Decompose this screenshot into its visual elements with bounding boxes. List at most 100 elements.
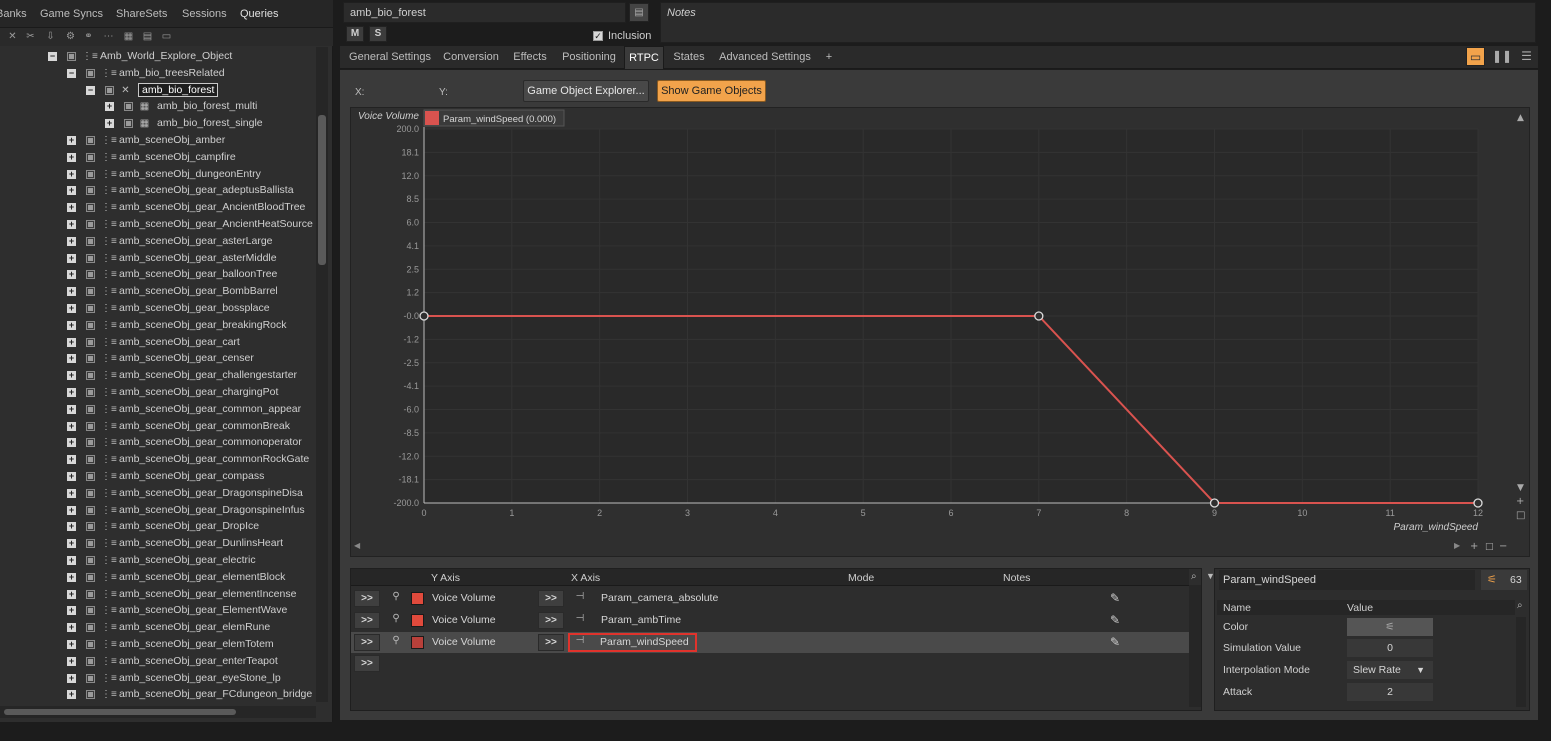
expand-icon[interactable]: + — [67, 421, 76, 431]
table-vertical-scrollbar[interactable] — [1189, 585, 1201, 707]
tree-item-checkbox[interactable] — [86, 438, 95, 448]
edit-notes-icon[interactable]: ✎ — [1108, 613, 1122, 627]
expand-icon[interactable]: + — [67, 136, 76, 145]
tree-item[interactable]: + ⋮≡ amb_sceneObj_gear_commonBreak — [0, 418, 316, 435]
tree-item[interactable]: + ⋮≡ amb_sceneObj_gear_challengestarter — [0, 367, 316, 384]
expand-icon[interactable]: + — [67, 287, 76, 297]
curve-color-swatch[interactable] — [411, 592, 424, 605]
expand-icon[interactable]: + — [67, 673, 76, 683]
tree-item-checkbox[interactable] — [86, 287, 95, 297]
collapse-icon[interactable]: − — [67, 68, 76, 78]
tab-advanced-settings[interactable]: Advanced Settings — [716, 46, 814, 69]
tree-item[interactable]: + ⋮≡ amb_sceneObj_gear_DunlinsHeart — [0, 535, 316, 552]
show-game-objects-button[interactable]: Show Game Objects — [657, 80, 766, 102]
collapse-icon[interactable]: − — [48, 52, 57, 61]
tree-item-checkbox[interactable] — [86, 690, 95, 700]
tree-item-checkbox[interactable] — [67, 52, 76, 61]
tab-positioning[interactable]: Positioning — [558, 46, 620, 69]
tree-item-checkbox[interactable] — [86, 354, 95, 364]
tree-item[interactable]: + ▦ amb_bio_forest_single — [0, 115, 316, 132]
tree-item[interactable]: + ⋮≡ amb_sceneObj_gear_balloonTree — [0, 266, 316, 283]
expand-icon[interactable]: + — [67, 472, 76, 481]
mute-button[interactable]: M — [346, 26, 364, 42]
expand-icon[interactable]: + — [67, 186, 76, 196]
tree-item-checkbox[interactable] — [86, 270, 95, 280]
curve-color-swatch[interactable] — [411, 636, 424, 649]
add-tab-button[interactable]: + — [822, 46, 836, 69]
y-value-input[interactable] — [452, 83, 516, 101]
tree-item[interactable]: + ⋮≡ amb_sceneObj_gear_ElementWave — [0, 602, 316, 619]
tree-item-checkbox[interactable] — [86, 371, 95, 381]
expand-icon[interactable]: + — [67, 203, 76, 213]
tree-item[interactable]: + ⋮≡ amb_sceneObj_amber — [0, 132, 316, 149]
edit-notes-icon[interactable]: ✎ — [1108, 591, 1122, 605]
tab-queries[interactable]: Queries — [240, 8, 279, 20]
tree-item-checkbox[interactable] — [105, 85, 114, 95]
table-row[interactable]: >> ⚲ Voice Volume >> ⊣ Param_camera_absolute ✎ — [351, 588, 1189, 609]
expand-icon[interactable]: + — [67, 388, 76, 397]
tree-item[interactable]: + ⋮≡ amb_sceneObj_gear_asterMiddle — [0, 250, 316, 267]
column-mode[interactable]: Mode — [848, 572, 874, 584]
tree-item[interactable]: + ⋮≡ amb_sceneObj_gear_AncientBloodTree — [0, 199, 316, 216]
add-rtpc-button[interactable]: >> — [354, 655, 380, 672]
solo-button[interactable]: S — [369, 26, 387, 42]
x-value-input[interactable] — [368, 83, 432, 101]
expand-icon[interactable]: + — [67, 539, 76, 549]
scrollbar-thumb[interactable] — [318, 115, 326, 265]
tree-item[interactable]: + ⋮≡ amb_sceneObj_gear_elemTotem — [0, 636, 316, 653]
notes-field[interactable]: Notes — [660, 2, 1536, 43]
pin-icon[interactable]: ⚲ — [391, 591, 401, 605]
tab-banks[interactable]: Banks — [0, 8, 27, 20]
scrollbar-thumb[interactable] — [4, 709, 236, 715]
tree-item[interactable]: + ⋮≡ amb_sceneObj_gear_elemRune — [0, 619, 316, 636]
attack-slider[interactable]: 2 — [1347, 683, 1433, 701]
tab-states[interactable]: States — [670, 46, 708, 69]
tree-item[interactable]: + ⋮≡ amb_sceneObj_gear_chargingPot — [0, 384, 316, 401]
settings-icon[interactable]: ⚙ — [64, 30, 77, 43]
tree-item-checkbox[interactable] — [86, 253, 95, 263]
tree-item[interactable]: + ⋮≡ amb_sceneObj_gear_DropIce — [0, 518, 316, 535]
expand-row-button[interactable]: >> — [354, 590, 380, 607]
tab-sharesets[interactable]: ShareSets — [116, 8, 167, 20]
expand-icon[interactable]: + — [67, 455, 76, 465]
tree-item-checkbox[interactable] — [86, 388, 95, 397]
split-horizontal-icon[interactable]: ☰ — [1517, 47, 1536, 66]
tree-item[interactable]: + ⋮≡ amb_sceneObj_gear_BombBarrel — [0, 283, 316, 300]
tree-item[interactable]: + ⋮≡ amb_sceneObj_gear_compass — [0, 468, 316, 485]
curve-color-swatch[interactable] — [411, 614, 424, 627]
expand-icon[interactable]: + — [67, 690, 76, 700]
game-object-explorer-button[interactable]: Game Object Explorer... — [523, 80, 649, 102]
tree-item-checkbox[interactable] — [86, 488, 95, 498]
expand-icon[interactable]: + — [67, 589, 76, 599]
tree-horizontal-scrollbar[interactable] — [0, 706, 316, 718]
close-icon[interactable]: ✕ — [6, 30, 19, 43]
expand-icon[interactable]: + — [67, 354, 76, 364]
expand-icon[interactable]: + — [67, 556, 76, 565]
tree-item-checkbox[interactable] — [86, 589, 95, 599]
tree-item[interactable]: + ⋮≡ amb_sceneObj_gear_commonoperator — [0, 434, 316, 451]
expand-icon[interactable]: + — [67, 656, 76, 666]
pin-icon[interactable]: ⚲ — [391, 613, 401, 627]
column-notes[interactable]: Notes — [1003, 572, 1030, 584]
expand-icon[interactable]: + — [67, 623, 76, 633]
tools-icon[interactable]: ✂ — [24, 30, 37, 43]
expand-icon[interactable]: + — [105, 119, 114, 129]
expand-icon[interactable]: + — [67, 404, 76, 414]
expand-icon[interactable]: + — [105, 102, 114, 112]
tree-item[interactable]: + ⋮≡ amb_sceneObj_gear_elementIncense — [0, 586, 316, 603]
expand-icon[interactable]: + — [67, 169, 76, 179]
tree-item[interactable]: + ⋮≡ amb_sceneObj_gear_asterLarge — [0, 233, 316, 250]
tree-item[interactable]: + ▦ amb_bio_forest_multi — [0, 98, 316, 115]
split-vertical-icon[interactable]: ❚❚ — [1492, 47, 1512, 66]
property-vertical-scrollbar[interactable] — [1516, 617, 1526, 707]
y-axis-value[interactable]: Voice Volume — [432, 614, 496, 626]
tree-item[interactable]: + ⋮≡ amb_sceneObj_gear_AncientHeatSource — [0, 216, 316, 233]
tree-item[interactable]: − ⋮≡ Amb_World_Explore_Object — [0, 48, 316, 65]
expand-icon[interactable]: + — [67, 220, 76, 229]
expand-icon[interactable]: + — [67, 270, 76, 280]
expand-icon[interactable]: + — [67, 371, 76, 381]
color-picker[interactable]: ⚟ — [1347, 618, 1433, 636]
tab-conversion[interactable]: Conversion — [440, 46, 502, 69]
tab-general-settings[interactable]: General Settings — [346, 46, 434, 69]
tree-item-checkbox[interactable] — [86, 320, 95, 330]
